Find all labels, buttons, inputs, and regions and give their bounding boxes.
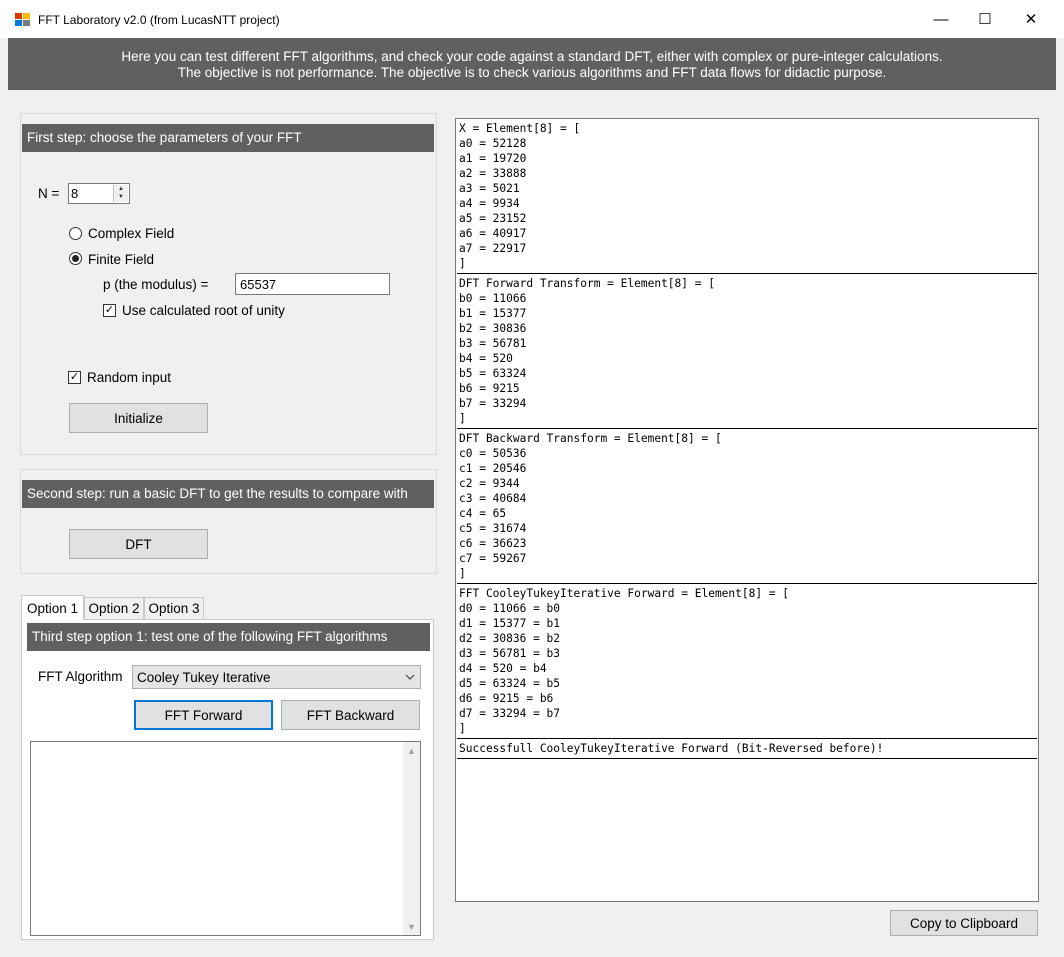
output-line: a3 = 5021 — [459, 182, 520, 195]
finite-field-label: Finite Field — [88, 252, 155, 267]
n-value: 8 — [71, 186, 79, 201]
output-block: FFT CooleyTukeyIterative Forward = Eleme… — [456, 584, 1038, 738]
modulus-value: 65537 — [240, 276, 277, 292]
output-line: a4 = 9934 — [459, 197, 520, 210]
window-title: FFT Laboratory v2.0 (from LucasNTT proje… — [38, 13, 280, 27]
scroll-down-icon[interactable]: ▼ — [403, 918, 420, 935]
tab-option-3[interactable]: Option 3 — [144, 597, 204, 619]
modulus-input[interactable]: 65537 — [235, 273, 390, 295]
output-block: X = Element[8] = [ a0 = 52128 a1 = 19720 a2… — [456, 119, 1038, 273]
output-line: b0 = 11066 — [459, 292, 527, 305]
output-line: X = Element[8] = [ — [459, 122, 581, 135]
scroll-up-icon[interactable]: ▲ — [403, 742, 420, 759]
output-line: a5 = 23152 — [459, 212, 527, 225]
output-line: c1 = 20546 — [459, 462, 527, 475]
title-bar: FFT Laboratory v2.0 (from LucasNTT proje… — [0, 0, 1064, 38]
output-line: a7 = 22917 — [459, 242, 527, 255]
close-button[interactable]: ✕ — [1008, 0, 1054, 38]
output-line: b2 = 30836 — [459, 322, 527, 335]
copy-to-clipboard-button[interactable]: Copy to Clipboard — [890, 910, 1038, 936]
algorithm-log-textarea[interactable]: ▲ ▼ — [30, 741, 421, 936]
output-line: d6 = 9215 = b6 — [459, 692, 554, 705]
tab-option-2[interactable]: Option 2 — [84, 597, 144, 619]
output-line: d3 = 56781 = b3 — [459, 647, 561, 660]
output-line: a1 = 19720 — [459, 152, 527, 165]
app-icon — [15, 13, 31, 27]
output-line: a2 = 33888 — [459, 167, 527, 180]
maximize-button[interactable]: ☐ — [962, 0, 1008, 38]
fft-backward-button[interactable]: FFT Backward — [281, 700, 420, 730]
log-scrollbar[interactable]: ▲ ▼ — [403, 742, 420, 935]
output-block: Successfull CooleyTukeyIterative Forward… — [456, 739, 1038, 758]
output-line: c6 = 36623 — [459, 537, 527, 550]
n-stepper[interactable]: 8 ▲ ▼ — [68, 183, 130, 204]
output-line: b7 = 33294 — [459, 397, 527, 410]
output-block: DFT Forward Transform = Element[8] = [ b0… — [456, 274, 1038, 428]
random-input-label: Random input — [87, 370, 172, 385]
minimize-button[interactable]: — — [918, 0, 964, 38]
algorithm-select[interactable]: Cooley Tukey Iterative — [132, 665, 421, 689]
banner-line-2: The objective is not performance. The ob… — [177, 65, 887, 80]
output-line: b5 = 63324 — [459, 367, 527, 380]
algorithm-value: Cooley Tukey Iterative — [137, 669, 271, 685]
stepper-down-icon[interactable]: ▼ — [114, 193, 128, 201]
output-line: Successfull CooleyTukeyIterative Forward… — [459, 742, 884, 755]
step3-header: Third step option 1: test one of the fol… — [27, 623, 430, 651]
output-line: DFT Forward Transform = Element[8] = [ — [459, 277, 715, 290]
complex-field-label: Complex Field — [88, 226, 175, 241]
output-line: d5 = 63324 = b5 — [459, 677, 561, 690]
output-line: c4 = 65 — [459, 507, 507, 520]
output-line: a6 = 40917 — [459, 227, 527, 240]
tab-option-1[interactable]: Option 1 — [21, 595, 84, 620]
output-line: d2 = 30836 = b2 — [459, 632, 561, 645]
output-line: a0 = 52128 — [459, 137, 527, 150]
banner-line-1: Here you can test different FFT algorith… — [121, 49, 943, 64]
output-line: d0 = 11066 = b0 — [459, 602, 561, 615]
output-textbox[interactable]: X = Element[8] = [ a0 = 52128 a1 = 19720 a2… — [455, 118, 1039, 902]
output-line: d4 = 520 = b4 — [459, 662, 547, 675]
fft-forward-button[interactable]: FFT Forward — [134, 700, 273, 730]
root-of-unity-label: Use calculated root of unity — [122, 303, 285, 318]
output-line: d7 = 33294 = b7 — [459, 707, 561, 720]
close-icon: ✕ — [1024, 11, 1038, 28]
output-line: FFT CooleyTukeyIterative Forward = Eleme… — [459, 587, 790, 600]
chevron-down-icon — [405, 670, 415, 687]
complex-field-radio[interactable] — [69, 227, 82, 240]
output-line: d1 = 15377 = b1 — [459, 617, 561, 630]
output-line: b1 = 15377 — [459, 307, 527, 320]
root-of-unity-checkbox[interactable]: ✓ — [103, 304, 116, 317]
step2-header: Second step: run a basic DFT to get the … — [22, 480, 434, 508]
output-line: c5 = 31674 — [459, 522, 527, 535]
maximize-icon: ☐ — [978, 11, 992, 28]
output-block: DFT Backward Transform = Element[8] = [ c… — [456, 429, 1038, 583]
output-line: ] — [459, 567, 466, 580]
output-line: c0 = 50536 — [459, 447, 527, 460]
output-line: ] — [459, 412, 466, 425]
description-banner: Here you can test different FFT algorith… — [8, 38, 1056, 90]
output-line: b4 = 520 — [459, 352, 513, 365]
output-line: ] — [459, 257, 466, 270]
output-line: b3 = 56781 — [459, 337, 527, 350]
output-line: ] — [459, 722, 466, 735]
minimize-icon: — — [933, 10, 949, 28]
output-line: c3 = 40684 — [459, 492, 527, 505]
finite-field-radio[interactable] — [69, 252, 82, 265]
step1-header: First step: choose the parameters of you… — [22, 124, 434, 152]
check-icon: ✓ — [104, 304, 115, 316]
check-icon: ✓ — [69, 371, 80, 383]
modulus-label: p (the modulus) = — [103, 277, 209, 292]
output-line: b6 = 9215 — [459, 382, 520, 395]
algorithm-label: FFT Algorithm — [38, 669, 123, 684]
output-separator — [457, 758, 1037, 759]
initialize-button[interactable]: Initialize — [69, 403, 208, 433]
dft-button[interactable]: DFT — [69, 529, 208, 559]
output-line: c2 = 9344 — [459, 477, 520, 490]
output-line: DFT Backward Transform = Element[8] = [ — [459, 432, 722, 445]
random-input-checkbox[interactable]: ✓ — [68, 371, 81, 384]
n-label: N = — [38, 186, 60, 201]
stepper-up-icon[interactable]: ▲ — [114, 185, 128, 193]
output-line: c7 = 59267 — [459, 552, 527, 565]
